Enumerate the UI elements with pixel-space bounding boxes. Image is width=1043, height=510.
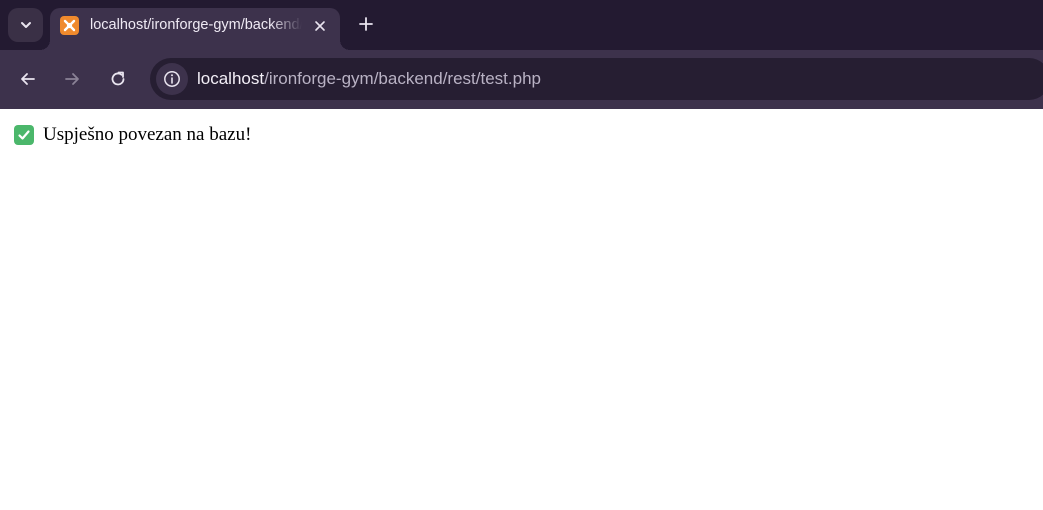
new-tab-button[interactable] <box>352 10 380 38</box>
forward-button[interactable] <box>57 64 87 94</box>
plus-icon <box>359 17 373 31</box>
info-icon <box>164 71 180 87</box>
site-info-button[interactable] <box>156 63 188 95</box>
address-bar[interactable]: localhost/ironforge-gym/backend/rest/tes… <box>150 58 1043 100</box>
tab-close-button[interactable] <box>310 16 330 36</box>
check-mark-button-icon <box>14 125 34 145</box>
close-icon <box>315 21 325 31</box>
url-text[interactable]: localhost/ironforge-gym/backend/rest/tes… <box>197 69 541 89</box>
tab-active[interactable]: localhost/ironforge-gym/backend/rest/tes… <box>40 8 350 50</box>
chevron-down-icon <box>20 22 31 28</box>
arrow-left-icon <box>21 73 35 85</box>
reload-icon <box>111 71 125 86</box>
status-message-text: Uspješno povezan na bazu! <box>43 124 252 145</box>
toolbar: localhost/ironforge-gym/backend/rest/tes… <box>0 50 1043 109</box>
page-content: Uspješno povezan na bazu! <box>0 109 1043 510</box>
browser-window: localhost/ironforge-gym/backend/rest/tes… <box>0 0 1043 510</box>
back-button[interactable] <box>13 64 43 94</box>
url-path: /ironforge-gym/backend/rest/test.php <box>264 69 541 88</box>
url-host: localhost <box>197 69 265 88</box>
arrow-right-icon <box>65 73 79 85</box>
tab-title: localhost/ironforge-gym/backend/rest/tes… <box>90 17 302 33</box>
reload-button[interactable] <box>103 64 133 94</box>
tab-strip: localhost/ironforge-gym/backend/rest/tes… <box>0 0 1043 50</box>
xampp-icon <box>60 16 79 35</box>
status-message: Uspješno povezan na bazu! <box>14 124 251 146</box>
tab-search-button[interactable] <box>8 8 43 42</box>
